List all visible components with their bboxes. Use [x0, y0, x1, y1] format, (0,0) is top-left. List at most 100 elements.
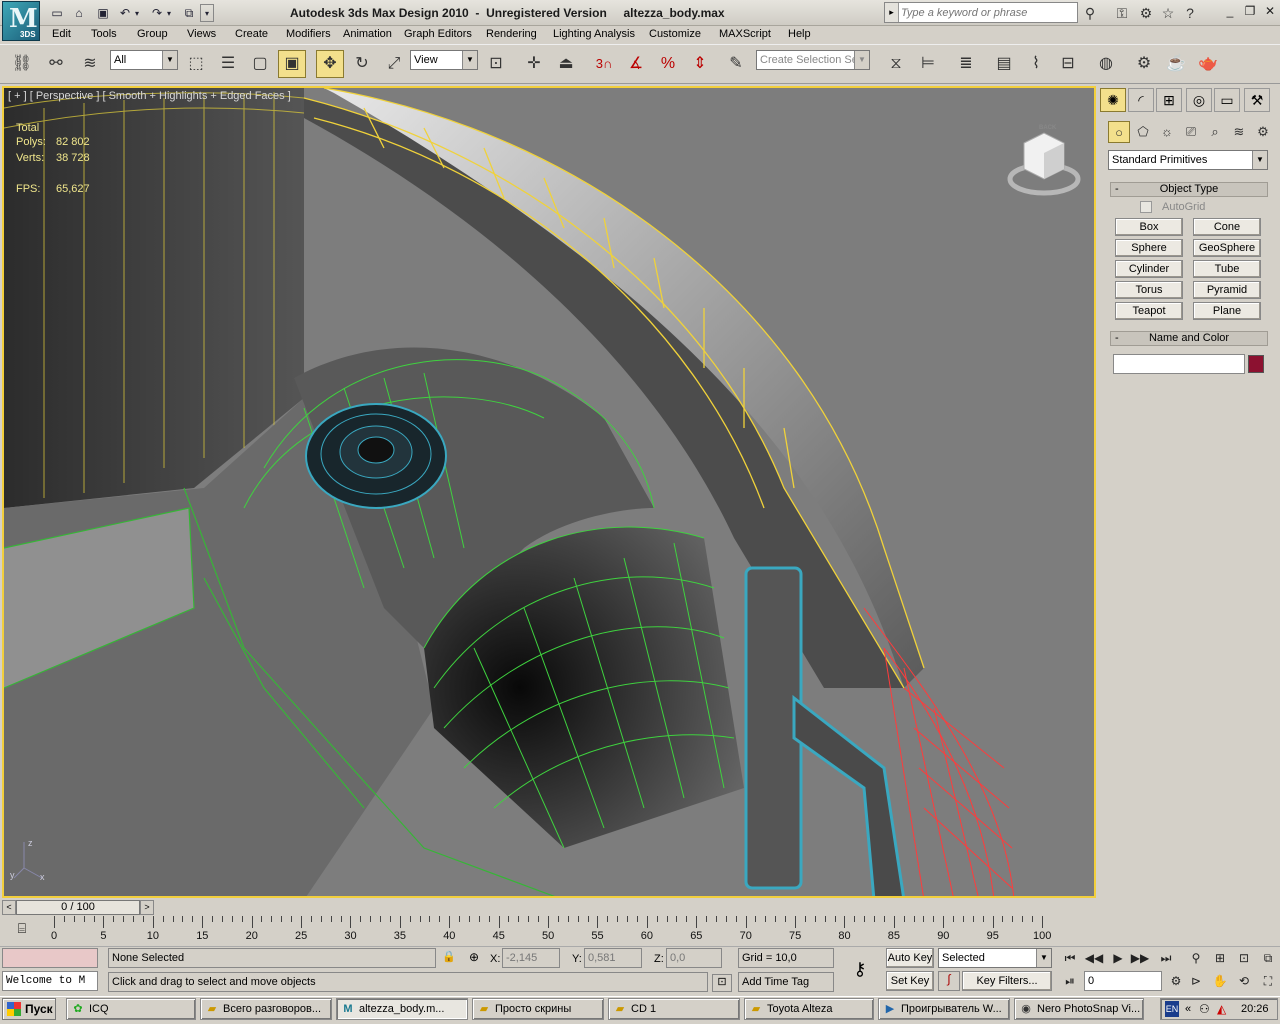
zoom-all-icon[interactable]: ⊞ [1210, 948, 1230, 968]
cameras-icon[interactable]: ⎚ [1180, 121, 1202, 143]
track-bar[interactable]: 0 5 10 15 20 25 30 35 40 45 50 55 60 65 70 75 80 85 90 95 10… [40, 916, 1100, 946]
help-icon[interactable]: ? [1180, 3, 1200, 23]
app-logo-button[interactable]: M 3DS [2, 1, 40, 41]
spinner-snap-icon[interactable]: ⇕ [686, 50, 714, 78]
tray-expand-icon[interactable]: « [1185, 999, 1191, 1019]
curve-editor-icon[interactable]: ⌇ [1022, 50, 1050, 78]
rendered-frame-window-icon[interactable]: ☕ [1162, 50, 1190, 78]
select-and-scale-icon[interactable]: ⤢ [380, 50, 408, 78]
menu-tools[interactable]: Tools [91, 28, 117, 40]
menu-modifiers[interactable]: Modifiers [286, 28, 331, 40]
material-editor-icon[interactable]: ◍ [1092, 50, 1120, 78]
prev-frame-icon[interactable]: ◀◀ [1084, 948, 1104, 968]
select-by-name-icon[interactable]: ☰ [214, 50, 242, 78]
rectangular-selection-icon[interactable]: ▢ [246, 50, 274, 78]
maxscript-mini-listener-top[interactable] [2, 948, 98, 968]
restore-icon[interactable]: ❐ [1242, 4, 1258, 20]
plane-button[interactable]: Plane [1193, 302, 1261, 320]
align-icon[interactable]: ⊨ [914, 50, 942, 78]
absolute-mode-icon[interactable]: ⊕ [466, 950, 482, 966]
language-indicator[interactable]: EN [1165, 1001, 1179, 1017]
task-3dsmax[interactable]: Maltezza_body.m... [336, 998, 468, 1020]
modify-tab-icon[interactable]: ◜ [1128, 88, 1154, 112]
pan-view-icon[interactable]: ✋ [1210, 971, 1230, 991]
play-icon[interactable]: ▶ [1108, 948, 1128, 968]
search-expand-icon[interactable]: ▸ [885, 3, 899, 22]
edit-named-selection-icon[interactable]: ✎ [722, 50, 750, 78]
key-filters-button[interactable]: Key Filters... [962, 971, 1052, 991]
cone-button[interactable]: Cone [1193, 218, 1261, 236]
motion-tab-icon[interactable]: ◎ [1186, 88, 1212, 112]
search-binoculars-icon[interactable]: ⚲ [1080, 3, 1100, 23]
menu-maxscript[interactable]: MAXScript [719, 28, 771, 40]
task-icq[interactable]: ✿ ICQ [66, 998, 196, 1020]
task-nero-photosnap[interactable]: ◉ Nero PhotoSnap Vi... [1014, 998, 1144, 1020]
tube-button[interactable]: Tube [1193, 260, 1261, 278]
angle-snap-icon[interactable]: ∡ [622, 50, 650, 78]
antivirus-tray-icon[interactable]: ◭ [1217, 999, 1226, 1019]
key-mode-dropdown[interactable]: Selected ▼ [938, 948, 1052, 968]
menu-views[interactable]: Views [187, 28, 216, 40]
cylinder-button[interactable]: Cylinder [1115, 260, 1183, 278]
menu-animation[interactable]: Animation [343, 28, 392, 40]
x-coord-input[interactable]: -2,145 [502, 948, 560, 968]
percent-snap-icon[interactable]: % [654, 50, 682, 78]
window-crossing-icon[interactable]: ▣ [278, 50, 306, 78]
new-file-icon[interactable]: ▭ [48, 4, 66, 22]
menu-customize[interactable]: Customize [649, 28, 701, 40]
systems-icon[interactable]: ⚙ [1252, 121, 1274, 143]
menu-lighting-analysis[interactable]: Lighting Analysis [553, 28, 635, 40]
redo-dropdown-icon[interactable]: ▾ [164, 4, 174, 22]
menu-rendering[interactable]: Rendering [486, 28, 537, 40]
create-tab-icon[interactable]: ✺ [1100, 88, 1126, 112]
z-coord-input[interactable]: 0,0 [666, 948, 722, 968]
teapot-button[interactable]: Teapot [1115, 302, 1183, 320]
object-name-input[interactable] [1113, 354, 1245, 374]
search-input[interactable] [901, 5, 1073, 20]
menu-group[interactable]: Group [137, 28, 168, 40]
selection-filter-dropdown[interactable]: All ▼ [110, 50, 178, 70]
select-object-icon[interactable]: ⬚ [182, 50, 210, 78]
object-color-swatch[interactable] [1248, 355, 1264, 373]
display-tab-icon[interactable]: ▭ [1214, 88, 1240, 112]
bind-to-space-warp-icon[interactable]: ≋ [76, 50, 104, 78]
y-coord-input[interactable]: 0,581 [584, 948, 642, 968]
quick-access-dropdown-icon[interactable]: ▾ [200, 4, 214, 22]
object-category-dropdown[interactable]: Standard Primitives ▼ [1108, 150, 1268, 170]
key-tangent-icon[interactable]: ∫ [938, 971, 960, 991]
menu-help[interactable]: Help [788, 28, 811, 40]
time-configuration-icon[interactable]: ⚙ [1166, 971, 1186, 991]
geosphere-button[interactable]: GeoSphere [1193, 239, 1261, 257]
select-and-manipulate-icon[interactable]: ✛ [520, 50, 548, 78]
named-selection-set-input[interactable]: Create Selection Se ▼ [756, 50, 870, 70]
start-button[interactable]: Пуск [2, 998, 56, 1020]
sphere-button[interactable]: Sphere [1115, 239, 1183, 257]
lights-icon[interactable]: ☼ [1156, 121, 1178, 143]
render-setup-icon[interactable]: ⚙ [1130, 50, 1158, 78]
open-mini-curve-editor-icon[interactable]: ⌸ [10, 920, 34, 940]
reference-coordinate-dropdown[interactable]: View ▼ [410, 50, 478, 70]
select-and-rotate-icon[interactable]: ↻ [348, 50, 376, 78]
box-button[interactable]: Box [1115, 218, 1183, 236]
add-time-tag-field[interactable]: Add Time Tag [738, 972, 834, 992]
selection-lock-icon[interactable]: 🔒 [442, 950, 456, 966]
menu-create[interactable]: Create [235, 28, 268, 40]
viewport-label[interactable]: [ + ] [ Perspective ] [ Smooth + Highlig… [8, 90, 291, 102]
orbit-icon[interactable]: ⟲ [1234, 971, 1254, 991]
helpers-icon[interactable]: ⌕ [1204, 121, 1226, 143]
select-and-move-icon[interactable]: ✥ [316, 50, 344, 78]
communication-center-icon[interactable]: ⚙ [1136, 3, 1156, 23]
task-toyota-folder[interactable]: ▰ Toyota Alteza [744, 998, 874, 1020]
maxscript-mini-listener[interactable]: Welcome to M [2, 971, 98, 991]
time-slider[interactable]: 0 / 100 [16, 900, 140, 915]
undo-dropdown-icon[interactable]: ▾ [132, 4, 142, 22]
set-key-button[interactable]: Set Key [886, 971, 934, 991]
zoom-extents-all-icon[interactable]: ⧉ [1258, 948, 1278, 968]
object-type-rollout-header[interactable]: - Object Type [1110, 182, 1268, 197]
maximize-viewport-icon[interactable]: ⛶ [1258, 971, 1278, 991]
torus-button[interactable]: Torus [1115, 281, 1183, 299]
field-of-view-icon[interactable]: ⊳ [1186, 971, 1206, 991]
mirror-icon[interactable]: ⧖ [882, 50, 910, 78]
subscription-center-icon[interactable]: ⚿ [1112, 3, 1132, 23]
minimize-icon[interactable]: _ [1222, 4, 1238, 20]
